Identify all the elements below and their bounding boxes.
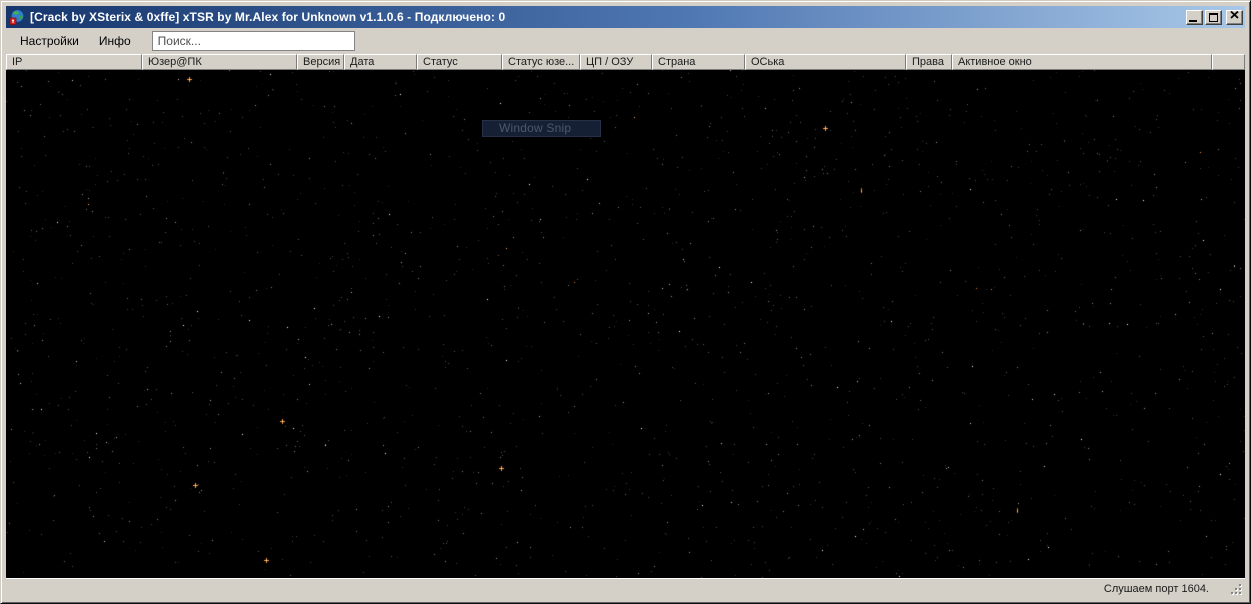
column-header-version[interactable]: Версия [297,54,344,70]
column-header-rights[interactable]: Права [906,54,952,70]
menu-bar: Настройки Инфо [6,28,1245,54]
app-window: [Crack by XSterix & 0xffe] xTSR by Mr.Al… [0,0,1251,604]
close-button[interactable] [1226,10,1243,25]
status-bar: Слушаем порт 1604. [6,578,1245,598]
title-bar[interactable]: [Crack by XSterix & 0xffe] xTSR by Mr.Al… [6,6,1245,28]
column-header-user-pc[interactable]: Юзер@ПК [142,54,297,70]
column-header-filler [1212,54,1245,70]
menu-item-info[interactable]: Инфо [89,31,141,51]
column-header-status[interactable]: Статус [417,54,502,70]
column-header-country[interactable]: Страна [652,54,745,70]
column-header-os[interactable]: ОСька [745,54,906,70]
client-list-area[interactable]: Window Snip [6,70,1245,578]
menu-item-settings[interactable]: Настройки [10,31,89,51]
window-title: [Crack by XSterix & 0xffe] xTSR by Mr.Al… [30,10,1178,24]
column-header-ip[interactable]: IP [6,54,142,70]
minimize-button[interactable] [1186,10,1203,25]
column-header-active-window[interactable]: Активное окно [952,54,1212,70]
search-input[interactable] [152,31,355,51]
column-header-user-status[interactable]: Статус юзе... [502,54,580,70]
maximize-button[interactable] [1205,10,1222,25]
close-icon [1230,7,1239,22]
window-controls [1186,10,1243,25]
globe-lock-icon [9,9,25,25]
resize-grip[interactable] [1230,583,1244,597]
table-header-row: IP Юзер@ПК Версия Дата Статус Статус юзе… [6,54,1245,70]
column-header-date[interactable]: Дата [344,54,417,70]
minimize-icon [1189,20,1197,22]
column-header-cpu-ram[interactable]: ЦП / ОЗУ [580,54,652,70]
starfield-canvas [6,70,1245,578]
status-text: Слушаем порт 1604. [1104,583,1209,595]
maximize-icon [1209,13,1218,22]
window-snip-overlay: Window Snip [482,120,601,137]
